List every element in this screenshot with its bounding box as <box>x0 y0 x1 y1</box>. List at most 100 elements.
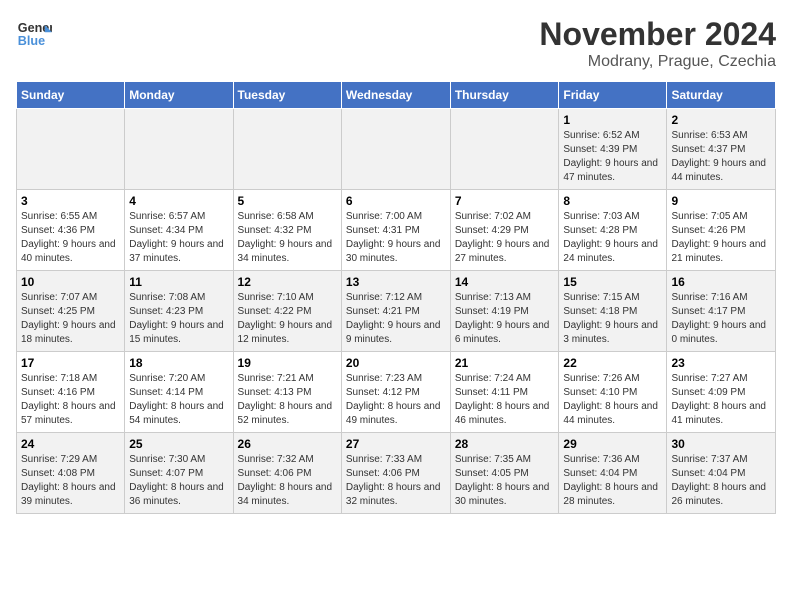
calendar-cell: 2 Sunrise: 6:53 AM Sunset: 4:37 PM Daylig… <box>667 109 776 190</box>
day-info: Sunrise: 6:55 AM Sunset: 4:36 PM Dayligh… <box>21 210 120 266</box>
location-subtitle: Modrany, Prague, Czechia <box>539 53 776 71</box>
title-block: November 2024 Modrany, Prague, Czechia <box>539 16 776 71</box>
day-info: Sunrise: 7:35 AM Sunset: 4:05 PM Dayligh… <box>455 453 555 509</box>
day-info: Sunrise: 6:58 AM Sunset: 4:32 PM Dayligh… <box>238 210 337 266</box>
day-info: Sunrise: 7:15 AM Sunset: 4:18 PM Dayligh… <box>563 291 662 347</box>
day-number: 5 <box>238 194 337 208</box>
calendar-week-4: 17 Sunrise: 7:18 AM Sunset: 4:16 PM Dayli… <box>17 352 776 433</box>
calendar-cell <box>450 109 559 190</box>
day-number: 2 <box>671 113 771 127</box>
day-info: Sunrise: 6:53 AM Sunset: 4:37 PM Dayligh… <box>671 129 771 185</box>
day-number: 13 <box>346 275 446 289</box>
day-info: Sunrise: 7:05 AM Sunset: 4:26 PM Dayligh… <box>671 210 771 266</box>
calendar-cell <box>233 109 341 190</box>
day-info: Sunrise: 7:18 AM Sunset: 4:16 PM Dayligh… <box>21 372 120 428</box>
day-info: Sunrise: 7:10 AM Sunset: 4:22 PM Dayligh… <box>238 291 337 347</box>
day-info: Sunrise: 7:36 AM Sunset: 4:04 PM Dayligh… <box>563 453 662 509</box>
header-monday: Monday <box>125 82 233 109</box>
calendar-cell: 8 Sunrise: 7:03 AM Sunset: 4:28 PM Daylig… <box>559 190 667 271</box>
svg-text:Blue: Blue <box>18 34 45 48</box>
header-thursday: Thursday <box>450 82 559 109</box>
day-number: 3 <box>21 194 120 208</box>
calendar-cell: 21Sunrise: 7:24 AM Sunset: 4:11 PM Dayli… <box>450 352 559 433</box>
day-number: 8 <box>563 194 662 208</box>
calendar-cell: 1 Sunrise: 6:52 AM Sunset: 4:39 PM Daylig… <box>559 109 667 190</box>
calendar-cell: 13 Sunrise: 7:12 AM Sunset: 4:21 PM Dayli… <box>341 271 450 352</box>
day-number: 19 <box>238 356 337 370</box>
day-number: 1 <box>563 113 662 127</box>
calendar-cell: 14 Sunrise: 7:13 AM Sunset: 4:19 PM Dayli… <box>450 271 559 352</box>
day-number: 27 <box>346 437 446 451</box>
day-number: 14 <box>455 275 555 289</box>
calendar-cell: 6Sunrise: 7:00 AM Sunset: 4:31 PM Daylig… <box>341 190 450 271</box>
calendar-cell: 7Sunrise: 7:02 AM Sunset: 4:29 PM Daylig… <box>450 190 559 271</box>
day-info: Sunrise: 7:16 AM Sunset: 4:17 PM Dayligh… <box>671 291 771 347</box>
day-number: 9 <box>671 194 771 208</box>
calendar-cell: 30 Sunrise: 7:37 AM Sunset: 4:04 PM Dayli… <box>667 433 776 514</box>
day-info: Sunrise: 7:00 AM Sunset: 4:31 PM Dayligh… <box>346 210 446 266</box>
calendar-cell: 10 Sunrise: 7:07 AM Sunset: 4:25 PM Dayli… <box>17 271 125 352</box>
day-number: 28 <box>455 437 555 451</box>
calendar-cell: 23Sunrise: 7:27 AM Sunset: 4:09 PM Dayli… <box>667 352 776 433</box>
header-sunday: Sunday <box>17 82 125 109</box>
calendar-cell: 18Sunrise: 7:20 AM Sunset: 4:14 PM Dayli… <box>125 352 233 433</box>
day-info: Sunrise: 7:03 AM Sunset: 4:28 PM Dayligh… <box>563 210 662 266</box>
calendar-cell: 4 Sunrise: 6:57 AM Sunset: 4:34 PM Daylig… <box>125 190 233 271</box>
day-number: 15 <box>563 275 662 289</box>
page-header: General Blue November 2024 Modrany, Prag… <box>16 16 776 71</box>
calendar-table: SundayMondayTuesdayWednesdayThursdayFrid… <box>16 81 776 514</box>
calendar-cell: 5 Sunrise: 6:58 AM Sunset: 4:32 PM Daylig… <box>233 190 341 271</box>
day-info: Sunrise: 7:30 AM Sunset: 4:07 PM Dayligh… <box>129 453 228 509</box>
header-wednesday: Wednesday <box>341 82 450 109</box>
day-number: 4 <box>129 194 228 208</box>
calendar-cell: 19 Sunrise: 7:21 AM Sunset: 4:13 PM Dayli… <box>233 352 341 433</box>
day-info: Sunrise: 7:07 AM Sunset: 4:25 PM Dayligh… <box>21 291 120 347</box>
calendar-cell <box>17 109 125 190</box>
calendar-cell: 29 Sunrise: 7:36 AM Sunset: 4:04 PM Dayli… <box>559 433 667 514</box>
day-number: 17 <box>21 356 120 370</box>
calendar-week-5: 24Sunrise: 7:29 AM Sunset: 4:08 PM Dayli… <box>17 433 776 514</box>
calendar-cell: 20 Sunrise: 7:23 AM Sunset: 4:12 PM Dayli… <box>341 352 450 433</box>
calendar-cell: 26Sunrise: 7:32 AM Sunset: 4:06 PM Dayli… <box>233 433 341 514</box>
calendar-week-1: 1 Sunrise: 6:52 AM Sunset: 4:39 PM Daylig… <box>17 109 776 190</box>
day-info: Sunrise: 6:52 AM Sunset: 4:39 PM Dayligh… <box>563 129 662 185</box>
day-info: Sunrise: 7:37 AM Sunset: 4:04 PM Dayligh… <box>671 453 771 509</box>
calendar-cell: 25 Sunrise: 7:30 AM Sunset: 4:07 PM Dayli… <box>125 433 233 514</box>
day-info: Sunrise: 7:12 AM Sunset: 4:21 PM Dayligh… <box>346 291 446 347</box>
header-friday: Friday <box>559 82 667 109</box>
day-info: Sunrise: 7:02 AM Sunset: 4:29 PM Dayligh… <box>455 210 555 266</box>
calendar-cell: 15 Sunrise: 7:15 AM Sunset: 4:18 PM Dayli… <box>559 271 667 352</box>
day-number: 30 <box>671 437 771 451</box>
day-number: 26 <box>238 437 337 451</box>
calendar-cell: 3 Sunrise: 6:55 AM Sunset: 4:36 PM Daylig… <box>17 190 125 271</box>
day-info: Sunrise: 7:21 AM Sunset: 4:13 PM Dayligh… <box>238 372 337 428</box>
logo: General Blue <box>16 16 52 52</box>
day-info: Sunrise: 6:57 AM Sunset: 4:34 PM Dayligh… <box>129 210 228 266</box>
day-info: Sunrise: 7:13 AM Sunset: 4:19 PM Dayligh… <box>455 291 555 347</box>
calendar-cell: 9 Sunrise: 7:05 AM Sunset: 4:26 PM Daylig… <box>667 190 776 271</box>
calendar-cell <box>125 109 233 190</box>
day-number: 22 <box>563 356 662 370</box>
calendar-cell: 16 Sunrise: 7:16 AM Sunset: 4:17 PM Dayli… <box>667 271 776 352</box>
day-number: 18 <box>129 356 228 370</box>
day-number: 10 <box>21 275 120 289</box>
day-number: 25 <box>129 437 228 451</box>
calendar-cell: 28 Sunrise: 7:35 AM Sunset: 4:05 PM Dayli… <box>450 433 559 514</box>
calendar-cell: 17 Sunrise: 7:18 AM Sunset: 4:16 PM Dayli… <box>17 352 125 433</box>
calendar-cell <box>341 109 450 190</box>
header-saturday: Saturday <box>667 82 776 109</box>
calendar-week-3: 10 Sunrise: 7:07 AM Sunset: 4:25 PM Dayli… <box>17 271 776 352</box>
month-title: November 2024 <box>539 16 776 53</box>
day-number: 24 <box>21 437 120 451</box>
day-number: 29 <box>563 437 662 451</box>
day-number: 11 <box>129 275 228 289</box>
day-info: Sunrise: 7:27 AM Sunset: 4:09 PM Dayligh… <box>671 372 771 428</box>
day-info: Sunrise: 7:23 AM Sunset: 4:12 PM Dayligh… <box>346 372 446 428</box>
day-number: 16 <box>671 275 771 289</box>
day-info: Sunrise: 7:33 AM Sunset: 4:06 PM Dayligh… <box>346 453 446 509</box>
calendar-header-row: SundayMondayTuesdayWednesdayThursdayFrid… <box>17 82 776 109</box>
calendar-cell: 27 Sunrise: 7:33 AM Sunset: 4:06 PM Dayli… <box>341 433 450 514</box>
calendar-cell: 24Sunrise: 7:29 AM Sunset: 4:08 PM Dayli… <box>17 433 125 514</box>
day-number: 20 <box>346 356 446 370</box>
header-tuesday: Tuesday <box>233 82 341 109</box>
